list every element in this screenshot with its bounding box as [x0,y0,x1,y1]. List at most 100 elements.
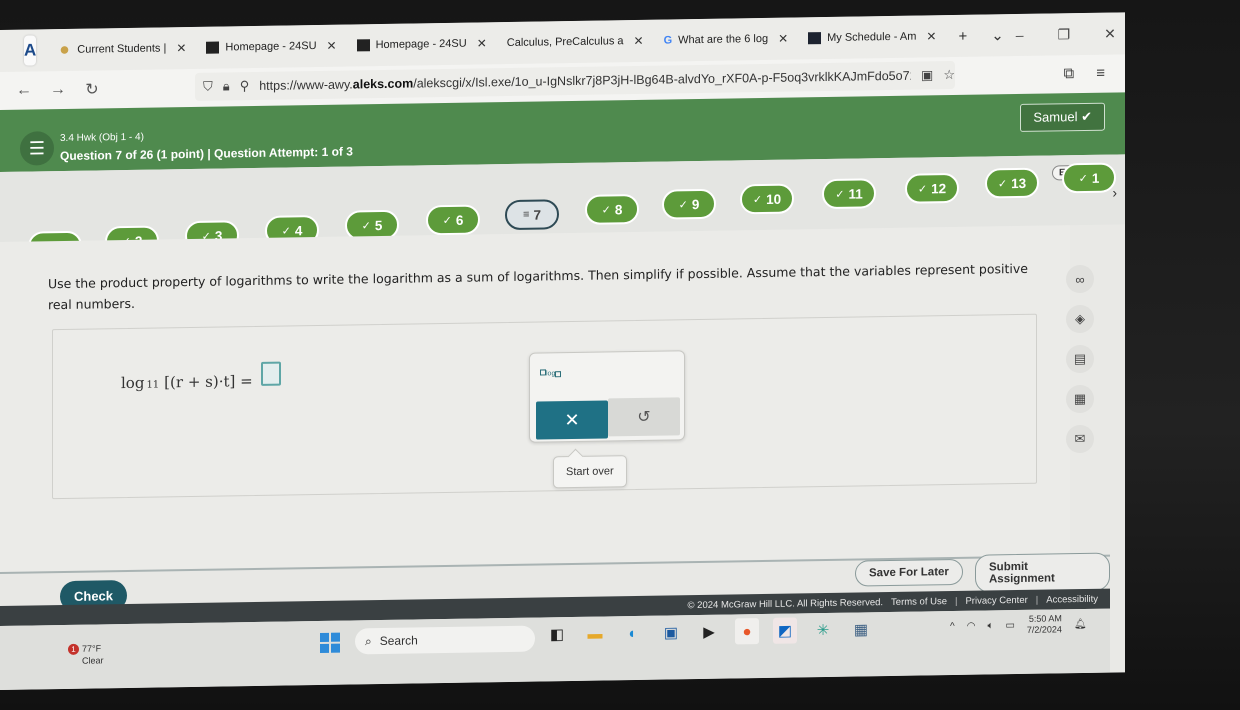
question-pill-14[interactable]: ✓ 1 [1062,162,1116,194]
question-prompt: Use the product property of logarithms t… [48,260,1028,313]
question-number: 9 [691,196,700,212]
weather-widget[interactable]: 1 77°F Clear [68,642,104,667]
close-tab-icon[interactable]: ✕ [926,29,936,43]
terms-link[interactable]: Terms of Use [891,596,947,608]
battery-icon[interactable]: ▭ [1005,620,1014,631]
volume-icon[interactable]: 🔈︎ [987,620,993,631]
lock-icon[interactable]: 🔒︎ [223,78,230,94]
system-tray: ^ ◠ 🔈︎ ▭ 5:50 AM 7/2/2024 🔔︎ [950,613,1087,637]
check-icon: ✓ [835,188,845,201]
tray-chevron-icon[interactable]: ^ [950,621,955,632]
clear-button[interactable]: ✕ [536,400,608,440]
shield-icon[interactable]: ⛉ [203,79,213,95]
answer-input[interactable] [260,361,281,386]
clock[interactable]: 5:50 AM 7/2/2024 [1027,613,1062,636]
check-icon: ✓ [917,182,928,196]
question-pill-8[interactable]: ✓ 8 [585,193,639,225]
log-base: 11 [146,379,160,391]
reader-view-icon[interactable]: ▣ [921,67,933,83]
pinned-aleks-tab[interactable]: A [24,35,37,66]
wifi-icon[interactable]: ◠ [967,620,976,631]
accessibility-link[interactable]: Accessibility [1046,593,1098,605]
app-icon[interactable]: ✳ [811,617,835,643]
close-tab-icon[interactable]: ✕ [778,32,788,46]
tab-calculus[interactable]: Calculus, PreCalculus a ✕ [497,26,654,58]
log-template-button[interactable]: log [540,369,562,380]
question-number: 6 [455,212,464,228]
answer-area: log 11 [(r + s)·t] = log ✕ ↺ Start over [52,313,1037,500]
direction-icon[interactable]: ◈ [1066,304,1094,334]
firefox-icon[interactable]: ● [735,618,759,645]
outlook-icon[interactable]: ◩ [773,617,797,644]
question-pill-10[interactable]: ✓ 10 [740,183,794,215]
calculator-icon[interactable]: ▦ [1066,384,1094,414]
url-text[interactable]: https://www-awy.aleks.com/alekscgi/x/Isl… [259,69,911,93]
hamburger-menu-icon[interactable]: ☰ [20,131,54,166]
screen: A Current Students | ✕ Homepage - 24SU ✕… [0,12,1125,690]
calculator-app-icon[interactable]: ▦ [849,616,873,642]
windows-start-icon[interactable] [320,632,340,653]
permissions-icon[interactable]: ⚲ [240,78,250,94]
close-tab-icon[interactable]: ✕ [176,41,186,55]
x-icon: ✕ [564,409,580,430]
close-tab-icon[interactable]: ✕ [477,36,487,50]
tab-label: Current Students | [77,42,167,56]
tab-label: Homepage - 24SU [225,40,317,54]
close-tab-icon[interactable]: ✕ [327,39,337,53]
forward-arrow-icon[interactable]: → [48,81,68,99]
taskbar-apps: ◧ ▬ ◐ ▣ ▶ ● ◩ ✳ ▦ [545,616,873,647]
tab-label: What are the 6 log [678,32,769,47]
glasses-icon[interactable]: ∞ [1066,264,1094,294]
question-content: Use the product property of logarithms t… [0,225,1070,572]
user-menu-button[interactable]: Samuel ✔ [1020,102,1105,132]
question-pill-6[interactable]: ✓ 6 [426,204,480,236]
app-menu-icon[interactable]: ≡ [1096,65,1105,82]
extensions-icon[interactable]: ⧉ [1064,65,1075,82]
tab-my-schedule[interactable]: My Schedule - Am ✕ [798,21,946,53]
d2l-icon [356,39,370,52]
tab-list-chevron-icon[interactable]: ⌄ [979,26,1016,45]
submit-assignment-button[interactable]: Submit Assignment [975,552,1110,593]
undo-button[interactable]: ↺ [608,397,680,437]
notes-icon[interactable]: ▤ [1066,344,1094,374]
tab-homepage-2[interactable]: Homepage - 24SU ✕ [347,28,497,60]
bookmark-star-icon[interactable]: ☆ [943,67,955,83]
minimize-icon[interactable]: – [1016,26,1024,43]
new-tab-button[interactable]: + [946,27,979,45]
check-icon: ✓ [752,193,763,206]
privacy-link[interactable]: Privacy Center [965,594,1027,606]
schedule-icon [808,32,822,45]
question-pill-7[interactable]: ≡ 7 [505,199,559,231]
edge-icon[interactable]: ◐ [621,620,645,646]
question-pill-9[interactable]: ✓ 9 [662,188,716,220]
back-arrow-icon[interactable]: ← [14,81,34,99]
question-number: 4 [294,222,303,238]
file-explorer-icon[interactable]: ▬ [583,620,607,646]
question-pill-13[interactable]: ✓ 13 [985,167,1039,199]
tab-label: Homepage - 24SU [375,37,467,52]
notification-bell-icon[interactable]: 🔔︎ [1074,618,1087,629]
close-window-icon[interactable]: ✕ [1104,25,1116,42]
taskbar-search[interactable]: ⌕ Search [355,625,535,655]
aleks-logo-icon: A [24,40,37,60]
chevron-down-icon: ✔ [1081,108,1092,125]
address-bar[interactable]: ⛉ 🔒︎ ⚲ https://www-awy.aleks.com/alekscg… [195,60,955,101]
store-icon[interactable]: ▣ [659,619,683,645]
task-view-icon[interactable]: ◧ [545,621,569,647]
terminal-icon[interactable]: ▶ [697,619,721,645]
question-pill-11[interactable]: ✓ 11 [822,178,876,210]
math-palette: log ✕ ↺ [529,350,685,443]
clock-time: 5:50 AM [1028,613,1062,624]
mail-icon[interactable]: ✉ [1066,424,1094,454]
question-pill-12[interactable]: ✓ 12 [905,172,959,204]
restore-icon[interactable]: ❐ [1058,26,1071,43]
save-for-later-button[interactable]: Save For Later [855,558,963,587]
undo-icon: ↺ [637,408,651,426]
next-questions-arrow-icon[interactable]: › [1112,184,1117,200]
reload-icon[interactable]: ↻ [82,79,102,99]
close-tab-icon[interactable]: ✕ [634,34,644,48]
tab-google-search[interactable]: G What are the 6 log ✕ [654,23,799,55]
check-icon: ✓ [997,177,1008,190]
tab-homepage-1[interactable]: Homepage - 24SU ✕ [196,31,346,63]
tab-current-students[interactable]: Current Students | ✕ [48,33,196,65]
